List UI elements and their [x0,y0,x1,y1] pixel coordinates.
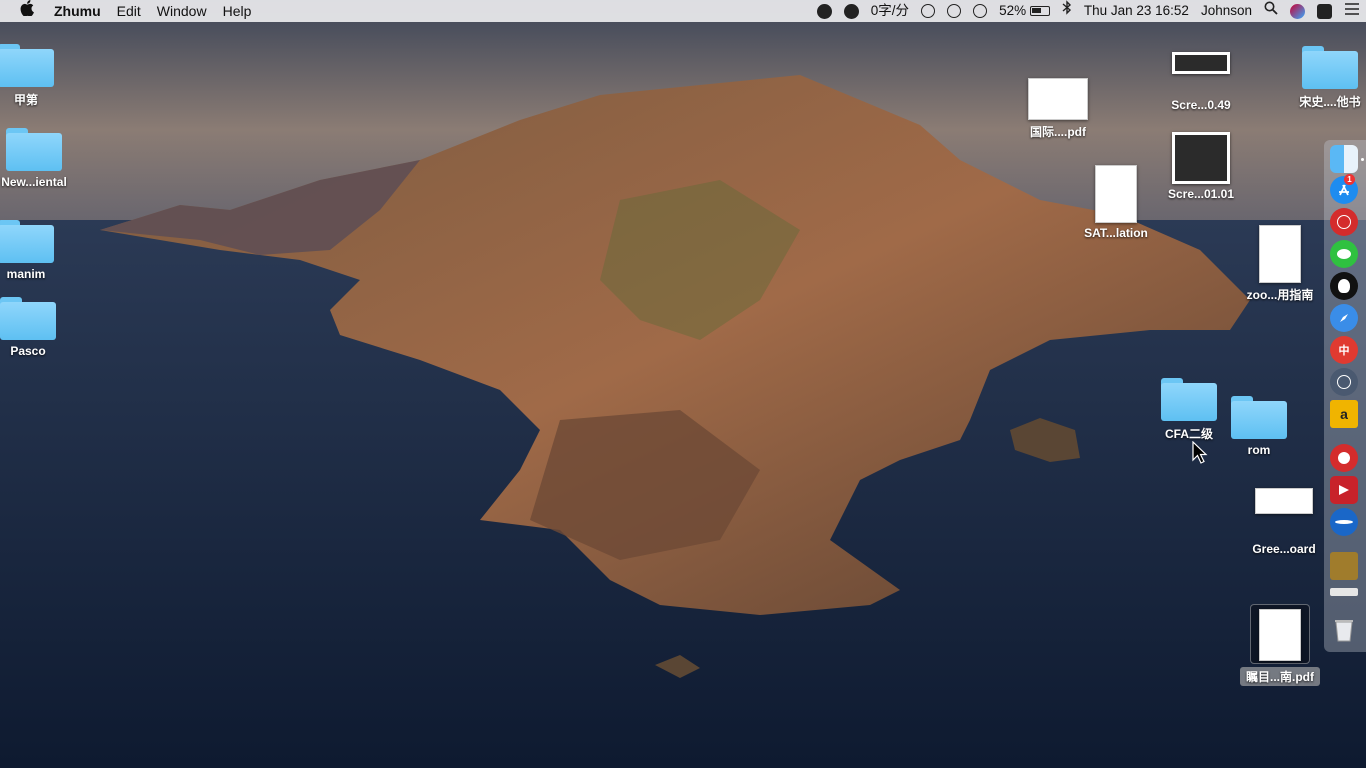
folder-icon [1229,396,1289,440]
file-label: zoo...用指南 [1246,288,1314,302]
block-icon[interactable] [1330,368,1358,396]
file-label: SAT...lation [1084,226,1148,240]
folder-label: CFA二级 [1164,427,1213,441]
bluetooth-icon[interactable] [1056,0,1078,22]
folder-icon [0,297,58,341]
folder-label: New...iental [1,175,67,189]
battery-icon [1029,6,1050,17]
clock[interactable]: Thu Jan 23 16:52 [1078,0,1195,22]
folder-icon [1300,46,1360,90]
file-zoo-guide[interactable]: zoo...用指南 [1244,225,1316,303]
file-label: Gree...oard [1252,542,1316,556]
dock: 1 中 a [1324,140,1366,652]
trash-icon[interactable] [1330,616,1358,644]
qq-icon[interactable] [1330,272,1358,300]
folder-icon [4,128,64,172]
folder-songshi[interactable]: 宋史....他书 [1294,46,1366,110]
folder-icon [1159,378,1219,422]
file-screenshot-0101[interactable]: Scre...01.01 [1160,132,1242,201]
accessibility-icon[interactable] [941,0,967,22]
folder-label: manim [6,267,46,281]
amazon-icon[interactable]: a [1330,400,1358,428]
spotlight-search-icon[interactable] [1258,0,1284,22]
wechat-icon[interactable] [1330,240,1358,268]
safari-icon[interactable] [1330,304,1358,332]
user-menu[interactable]: Johnson [1195,0,1258,22]
notes-icon[interactable] [1330,552,1358,580]
folder-rom-alias[interactable]: rom [1228,396,1290,457]
window-menu[interactable]: Window [149,0,215,22]
notification-badge: 1 [1344,174,1355,185]
folder-label: 甲第 [13,93,38,107]
desktop: Zhumu Edit Window Help 0字/分 52% Thu Jan … [0,0,1366,768]
typing-speed[interactable]: 0字/分 [865,0,915,22]
battery-percent[interactable]: 52% [993,0,1056,22]
pdf-document-icon [1259,609,1301,661]
file-label: Scre...01.01 [1167,187,1235,201]
cloud-sync-icon[interactable] [967,0,993,22]
battery-text: 52% [999,3,1027,18]
document-icon [1259,225,1301,283]
pdf-document-icon [1028,78,1088,120]
screenshot-thumbnail-icon [1172,132,1230,184]
file-label: Scre...0.49 [1171,98,1231,112]
file-greenboard[interactable]: Gree...oard [1246,488,1322,556]
folder-icon [0,44,56,88]
edit-menu[interactable]: Edit [109,0,149,22]
zhumu-icon[interactable]: 中 [1330,336,1358,364]
app-store-icon[interactable]: 1 [1330,174,1358,204]
file-screenshot-049[interactable]: Scre...0.49 [1160,52,1242,112]
help-menu[interactable]: Help [215,0,260,22]
file-label: 瞩目...南.pdf [1240,667,1320,686]
folder-pasco[interactable]: Pasco [0,297,58,358]
scrobbler-icon[interactable] [1330,444,1358,472]
file-pdf-guoji[interactable]: 国际....pdf [1022,78,1094,140]
finder-icon[interactable] [1330,145,1364,173]
file-pdf-selected[interactable]: 瞩目...南.pdf [1240,604,1320,686]
folder-cfa[interactable]: CFA二级 [1158,378,1220,442]
do-not-disturb-icon[interactable] [915,0,941,22]
selection-highlight [1250,604,1310,664]
screenshot-thumbnail-icon [1172,52,1230,74]
downloads-stack-icon[interactable] [1330,588,1358,596]
app-menu[interactable]: Zhumu [46,0,109,22]
apple-menu-icon[interactable] [0,0,46,22]
pdf-expert-icon[interactable] [1330,476,1358,504]
mouse-cursor-icon [1192,441,1208,464]
browser-icon[interactable] [1330,508,1358,536]
document-icon [1095,165,1137,223]
folder-label: Pasco [10,344,46,358]
stop-record-icon[interactable] [811,0,838,22]
folder-icon [0,220,56,264]
keyboard-image-icon [1255,488,1313,514]
folder-new-iental[interactable]: New...iental [0,128,70,189]
app-status-icon[interactable] [1311,0,1338,22]
notification-center-icon[interactable] [1338,0,1366,22]
folder-label: 宋史....他书 [1299,95,1361,109]
amazon-letter: a [1340,406,1348,422]
folder-jiadi[interactable]: 甲第 [0,44,56,108]
scrobbler-status-icon[interactable] [838,0,865,22]
folder-manim[interactable]: manim [0,220,56,281]
netease-music-icon[interactable] [1330,208,1358,236]
folder-label: rom [1247,443,1271,457]
menu-bar: Zhumu Edit Window Help 0字/分 52% Thu Jan … [0,0,1366,22]
file-sat-lation[interactable]: SAT...lation [1080,165,1152,240]
siri-icon[interactable] [1284,0,1311,22]
file-label: 国际....pdf [1030,125,1086,139]
